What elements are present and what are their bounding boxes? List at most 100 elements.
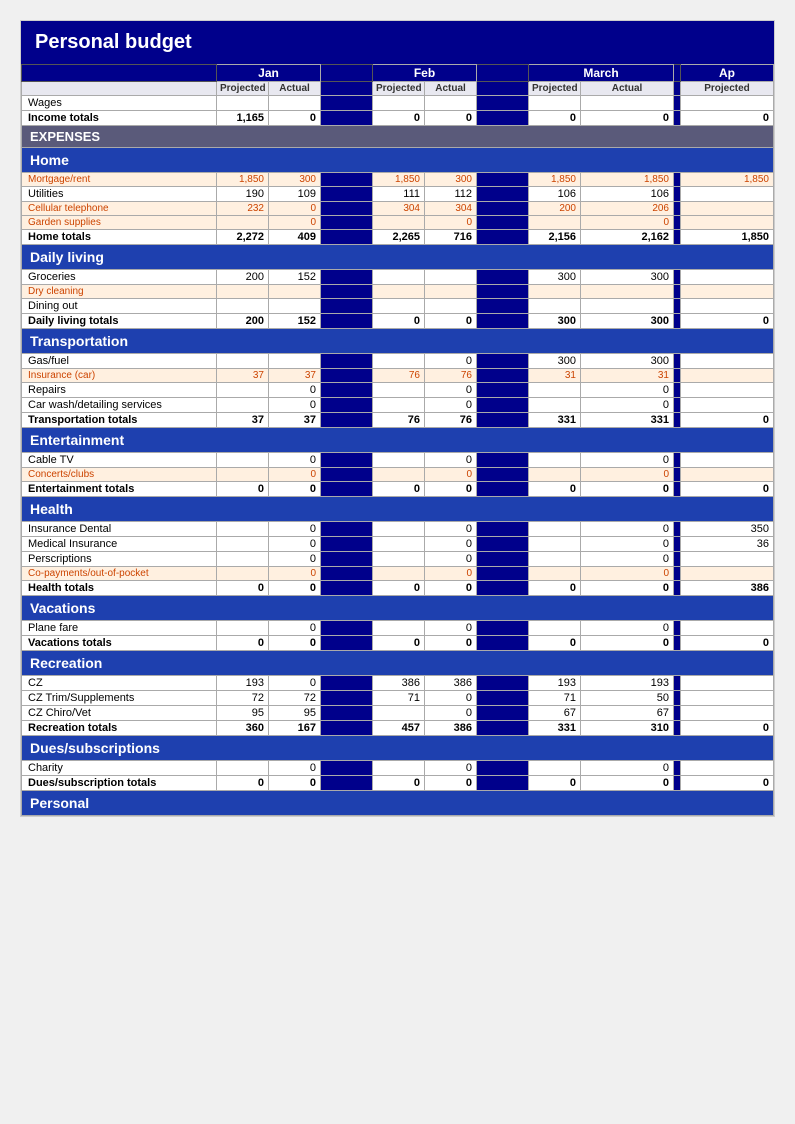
subheader-row: Projected Actual Projected Actual Projec… xyxy=(22,82,774,96)
income-feb-proj: 0 xyxy=(373,111,425,126)
garden-row: Garden supplies 0 0 0 xyxy=(22,216,774,230)
health-label: Health xyxy=(22,497,774,522)
dry-cleaning-label: Dry cleaning xyxy=(22,285,217,299)
plane-fare-label: Plane fare xyxy=(22,621,217,636)
charity-row: Charity 0 0 0 xyxy=(22,761,774,776)
wages-mar-proj xyxy=(529,96,581,111)
wages-feb-act xyxy=(425,96,477,111)
gas-row: Gas/fuel 0 300 300 xyxy=(22,354,774,369)
income-mar-proj: 0 xyxy=(529,111,581,126)
jan-header: Jan xyxy=(217,65,321,82)
income-feb-act: 0 xyxy=(425,111,477,126)
garden-label: Garden supplies xyxy=(22,216,217,230)
concerts-label: Concerts/clubs xyxy=(22,468,217,482)
dues-label: Dues/subscriptions xyxy=(22,736,774,761)
entertainment-totals-row: Entertainment totals 0 0 0 0 0 0 0 xyxy=(22,482,774,497)
month-header-row: Jan Feb March Ap xyxy=(22,65,774,82)
jan-projected-header: Projected xyxy=(217,82,269,96)
entertainment-section-header: Entertainment xyxy=(22,428,774,453)
plane-fare-row: Plane fare 0 0 0 xyxy=(22,621,774,636)
entertainment-label: Entertainment xyxy=(22,428,774,453)
carwash-row: Car wash/detailing services 0 0 0 xyxy=(22,398,774,413)
income-jan-act: 0 xyxy=(269,111,321,126)
vacations-label: Vacations xyxy=(22,596,774,621)
charity-label: Charity xyxy=(22,761,217,776)
insurance-dental-row: Insurance Dental 0 0 0 350 xyxy=(22,522,774,537)
dues-totals-label: Dues/subscription totals xyxy=(22,776,217,791)
home-totals-label: Home totals xyxy=(22,230,217,245)
daily-label: Daily living xyxy=(22,245,774,270)
mar-projected-header: Projected xyxy=(529,82,581,96)
health-totals-label: Health totals xyxy=(22,581,217,596)
recreation-section-header: Recreation xyxy=(22,651,774,676)
entertainment-totals-label: Entertainment totals xyxy=(22,482,217,497)
cz-trim-row: CZ Trim/Supplements 72 72 71 0 71 50 xyxy=(22,691,774,706)
dues-totals-row: Dues/subscription totals 0 0 0 0 0 0 0 xyxy=(22,776,774,791)
gas-label: Gas/fuel xyxy=(22,354,217,369)
wages-jan-proj xyxy=(217,96,269,111)
spreadsheet: Personal budget Jan Feb March Ap xyxy=(20,20,775,817)
daily-totals-row: Daily living totals 200 152 0 0 300 300 … xyxy=(22,314,774,329)
feb-projected-header: Projected xyxy=(373,82,425,96)
insurance-car-row: Insurance (car) 37 37 76 76 31 31 xyxy=(22,369,774,383)
transportation-section-header: Transportation xyxy=(22,329,774,354)
cellular-label: Cellular telephone xyxy=(22,202,217,216)
transportation-label: Transportation xyxy=(22,329,774,354)
income-totals-label: Income totals xyxy=(22,111,217,126)
home-label: Home xyxy=(22,148,774,173)
dry-cleaning-row: Dry cleaning xyxy=(22,285,774,299)
cable-row: Cable TV 0 0 0 xyxy=(22,453,774,468)
home-totals-row: Home totals 2,272 409 2,265 716 2,156 2,… xyxy=(22,230,774,245)
transportation-totals-row: Transportation totals 37 37 76 76 331 33… xyxy=(22,413,774,428)
personal-section-header: Personal xyxy=(22,791,774,816)
wages-row: Wages xyxy=(22,96,774,111)
insurance-car-label: Insurance (car) xyxy=(22,369,217,383)
cz-chiro-row: CZ Chiro/Vet 95 95 0 67 67 xyxy=(22,706,774,721)
income-jan-proj: 1,165 xyxy=(217,111,269,126)
wages-jan-act xyxy=(269,96,321,111)
spreadsheet-title: Personal budget xyxy=(21,21,774,64)
utilities-label: Utilities xyxy=(22,187,217,202)
carwash-label: Car wash/detailing services xyxy=(22,398,217,413)
cellular-row: Cellular telephone 232 0 304 304 200 206 xyxy=(22,202,774,216)
vacations-totals-label: Vacations totals xyxy=(22,636,217,651)
transportation-totals-label: Transportation totals xyxy=(22,413,217,428)
mortgage-label: Mortgage/rent xyxy=(22,173,217,187)
wages-feb-proj xyxy=(373,96,425,111)
mortgage-row: Mortgage/rent 1,850 300 1,850 300 1,850 … xyxy=(22,173,774,187)
wages-label: Wages xyxy=(22,96,217,111)
ap-header: Ap xyxy=(681,65,774,82)
insurance-dental-label: Insurance Dental xyxy=(22,522,217,537)
ap-projected-header: Projected xyxy=(681,82,774,96)
repairs-row: Repairs 0 0 0 xyxy=(22,383,774,398)
income-totals-row: Income totals 1,165 0 0 0 0 0 0 xyxy=(22,111,774,126)
home-section-header: Home xyxy=(22,148,774,173)
copayments-label: Co-payments/out-of-pocket xyxy=(22,567,217,581)
perscriptions-label: Perscriptions xyxy=(22,552,217,567)
cz-row: CZ 193 0 386 386 193 193 xyxy=(22,676,774,691)
recreation-totals-label: Recreation totals xyxy=(22,721,217,736)
jan-actual-header: Actual xyxy=(269,82,321,96)
wages-ap-proj xyxy=(681,96,774,111)
cable-label: Cable TV xyxy=(22,453,217,468)
utilities-row: Utilities 190 109 111 112 106 106 xyxy=(22,187,774,202)
feb-actual-header: Actual xyxy=(425,82,477,96)
dining-label: Dining out xyxy=(22,299,217,314)
expenses-label: EXPENSES xyxy=(22,126,774,148)
medical-insurance-label: Medical Insurance xyxy=(22,537,217,552)
dues-section-header: Dues/subscriptions xyxy=(22,736,774,761)
groceries-label: Groceries xyxy=(22,270,217,285)
mar-actual-header: Actual xyxy=(581,82,674,96)
march-header: March xyxy=(529,65,674,82)
recreation-label: Recreation xyxy=(22,651,774,676)
medical-insurance-row: Medical Insurance 0 0 0 36 xyxy=(22,537,774,552)
vacations-totals-row: Vacations totals 0 0 0 0 0 0 0 xyxy=(22,636,774,651)
dining-row: Dining out xyxy=(22,299,774,314)
feb-header: Feb xyxy=(373,65,477,82)
income-ap-proj: 0 xyxy=(681,111,774,126)
daily-section-header: Daily living xyxy=(22,245,774,270)
repairs-label: Repairs xyxy=(22,383,217,398)
wages-mar-act xyxy=(581,96,674,111)
cz-chiro-label: CZ Chiro/Vet xyxy=(22,706,217,721)
health-section-header: Health xyxy=(22,497,774,522)
